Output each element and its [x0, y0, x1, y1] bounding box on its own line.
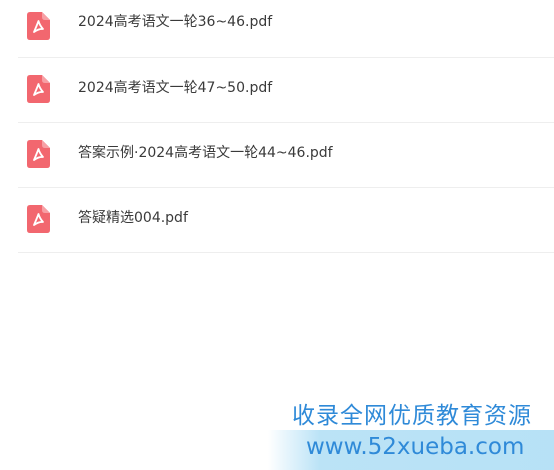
- file-name[interactable]: 2024高考语文一轮47~50.pdf: [78, 78, 272, 98]
- site-watermark: 收录全网优质教育资源 www.52xueba.com: [268, 390, 554, 470]
- pdf-file-icon: [27, 12, 50, 40]
- file-row[interactable]: 答案示例·2024高考语文一轮44~46.pdf: [18, 123, 554, 188]
- file-list: 2024高考语文一轮36~46.pdf 2024高考语文一轮47~50.pdf: [0, 0, 554, 253]
- file-name[interactable]: 2024高考语文一轮36~46.pdf: [78, 12, 272, 32]
- watermark-url: www.52xueba.com: [306, 434, 525, 460]
- pdf-file-icon: [27, 140, 50, 168]
- file-browser-page: 2024高考语文一轮36~46.pdf 2024高考语文一轮47~50.pdf: [0, 0, 554, 470]
- watermark-slogan: 收录全网优质教育资源: [292, 403, 532, 429]
- file-row[interactable]: 2024高考语文一轮47~50.pdf: [18, 58, 554, 123]
- file-name[interactable]: 答疑精选004.pdf: [78, 208, 188, 228]
- file-row[interactable]: 2024高考语文一轮36~46.pdf: [18, 0, 554, 58]
- file-name[interactable]: 答案示例·2024高考语文一轮44~46.pdf: [78, 143, 333, 163]
- file-row[interactable]: 答疑精选004.pdf: [18, 188, 554, 253]
- pdf-file-icon: [27, 205, 50, 233]
- pdf-file-icon: [27, 75, 50, 103]
